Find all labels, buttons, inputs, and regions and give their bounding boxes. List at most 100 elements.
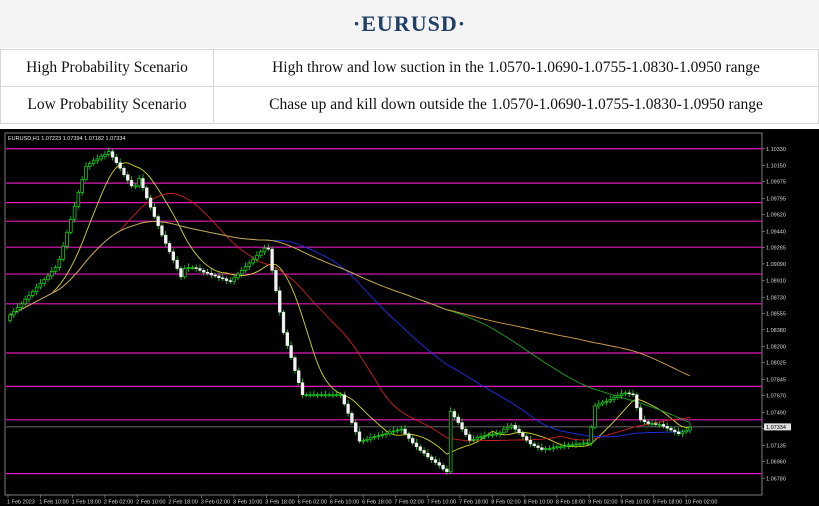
candle-body-down [285,332,289,346]
candle-body-up [616,395,620,398]
candle-body-up [589,426,593,444]
candle-body-up [80,179,84,193]
candle-body-down [456,416,460,423]
scenario-label: Low Probability Scenario [0,86,214,124]
candle-body-down [129,180,134,187]
candle-body-up [502,428,506,434]
candle-body-up [559,446,563,449]
chart-svg: 1.10330 1.10150 1.09975 1.09795 1.09620 1.094… [0,129,819,506]
candle-body-down [540,447,544,450]
candle [448,407,453,475]
candle-body-up [688,426,692,431]
page-title: ·EURUSD· [352,11,467,36]
candle-body-up [15,307,20,312]
scenario-text: High throw and low suction in the 1.0570… [213,49,819,87]
candle-body-down [524,436,529,441]
time-tick-label: 10 Feb 02:00 [685,500,717,506]
candle-body-down [635,394,639,408]
time-tick-label: 8 Feb 18:00 [556,500,585,506]
candle-body-down [160,225,164,236]
candle-body-down [289,345,293,358]
candle-body-up [182,268,187,278]
time-tick-label: 3 Feb 02:00 [201,500,230,506]
candle-body-down [179,268,183,278]
candle-body-down [122,168,126,176]
candle-body-up [486,434,491,437]
title-bar: ·EURUSD· [0,0,819,48]
candle-body-down [114,156,119,163]
candle-body-down [209,272,213,276]
chart-header: EURUSD,H1 1.07223 1.07394 1.07182 1.0733… [8,136,125,142]
price-tick-label: 1.09090 [766,262,786,268]
candle-body-down [164,234,168,244]
candle-body-up [494,433,499,436]
price-tick-label: 1.08380 [766,328,786,334]
scenario-label: High Probability Scenario [0,49,214,87]
candle-body-up [315,394,320,397]
candle-body-down [631,393,635,396]
price-tick-label: 1.06780 [766,476,786,482]
candle-body-down [517,428,521,434]
candle-body-up [262,247,267,253]
candle-body-up [684,429,688,433]
candle-body-up [509,425,514,428]
candle-body-down [642,419,647,422]
candle-body-down [300,382,305,396]
price-tick-label: 1.06960 [766,460,786,466]
candle-body-up [490,434,495,437]
candle-body-down [357,431,362,442]
candle-body-down [673,429,677,433]
candle-body-up [399,428,404,431]
candle-body-up [258,251,263,256]
candle [350,410,354,425]
candle-body-up [23,298,27,305]
candle-body-up [88,163,92,167]
candle-body-up [376,435,381,437]
candle-body-up [551,447,555,450]
candle-body-up [239,270,244,275]
candle-body-down [411,438,415,444]
candle-body-down [521,432,525,437]
candle-body-down [126,174,130,181]
price-tick-label: 1.09265 [766,246,786,252]
time-tick-label: 6 Feb 18:00 [362,500,391,506]
candle-body-down [270,248,274,271]
candle-body-up [623,392,628,395]
candle-body-up [69,218,73,233]
candle-body-down [156,216,160,227]
candle-body-down [528,439,533,445]
table-row: High Probability Scenario High throw and… [0,49,819,87]
candle-body-up [95,158,100,162]
candle-body-up [338,394,343,397]
candle-body-down [654,423,658,425]
candle-body-up [334,394,339,397]
candle-body-up [657,424,662,426]
candle-body-up [562,445,567,448]
candle-body-down [175,259,179,269]
candle-body-down [167,243,172,253]
price-tick-label: 1.07490 [766,410,786,416]
candle-body-down [437,462,441,466]
candle-body-down [278,290,282,313]
price-tick-label: 1.07670 [766,394,786,400]
candle-body-up [19,303,24,308]
current-price-label: 1.07334 [766,425,786,431]
candle-body-up [232,277,236,282]
candle-body-up [34,286,39,293]
candle-body-down [452,411,457,418]
candle-body-down [669,427,673,431]
candle-body-down [464,428,468,435]
candle [270,246,274,274]
candle-body-up [395,429,400,432]
price-tick-label: 1.08555 [766,312,786,318]
candle-body-up [236,273,240,279]
candle-body-up [42,279,46,284]
candle [589,424,593,447]
candle-body-down [513,425,517,430]
price-tick-label: 1.07845 [766,377,786,383]
candle-body-up [50,270,54,277]
candle-body-down [445,468,449,473]
candle-body-up [566,444,571,447]
candle-body-up [593,405,597,428]
candle-body-up [361,439,366,442]
